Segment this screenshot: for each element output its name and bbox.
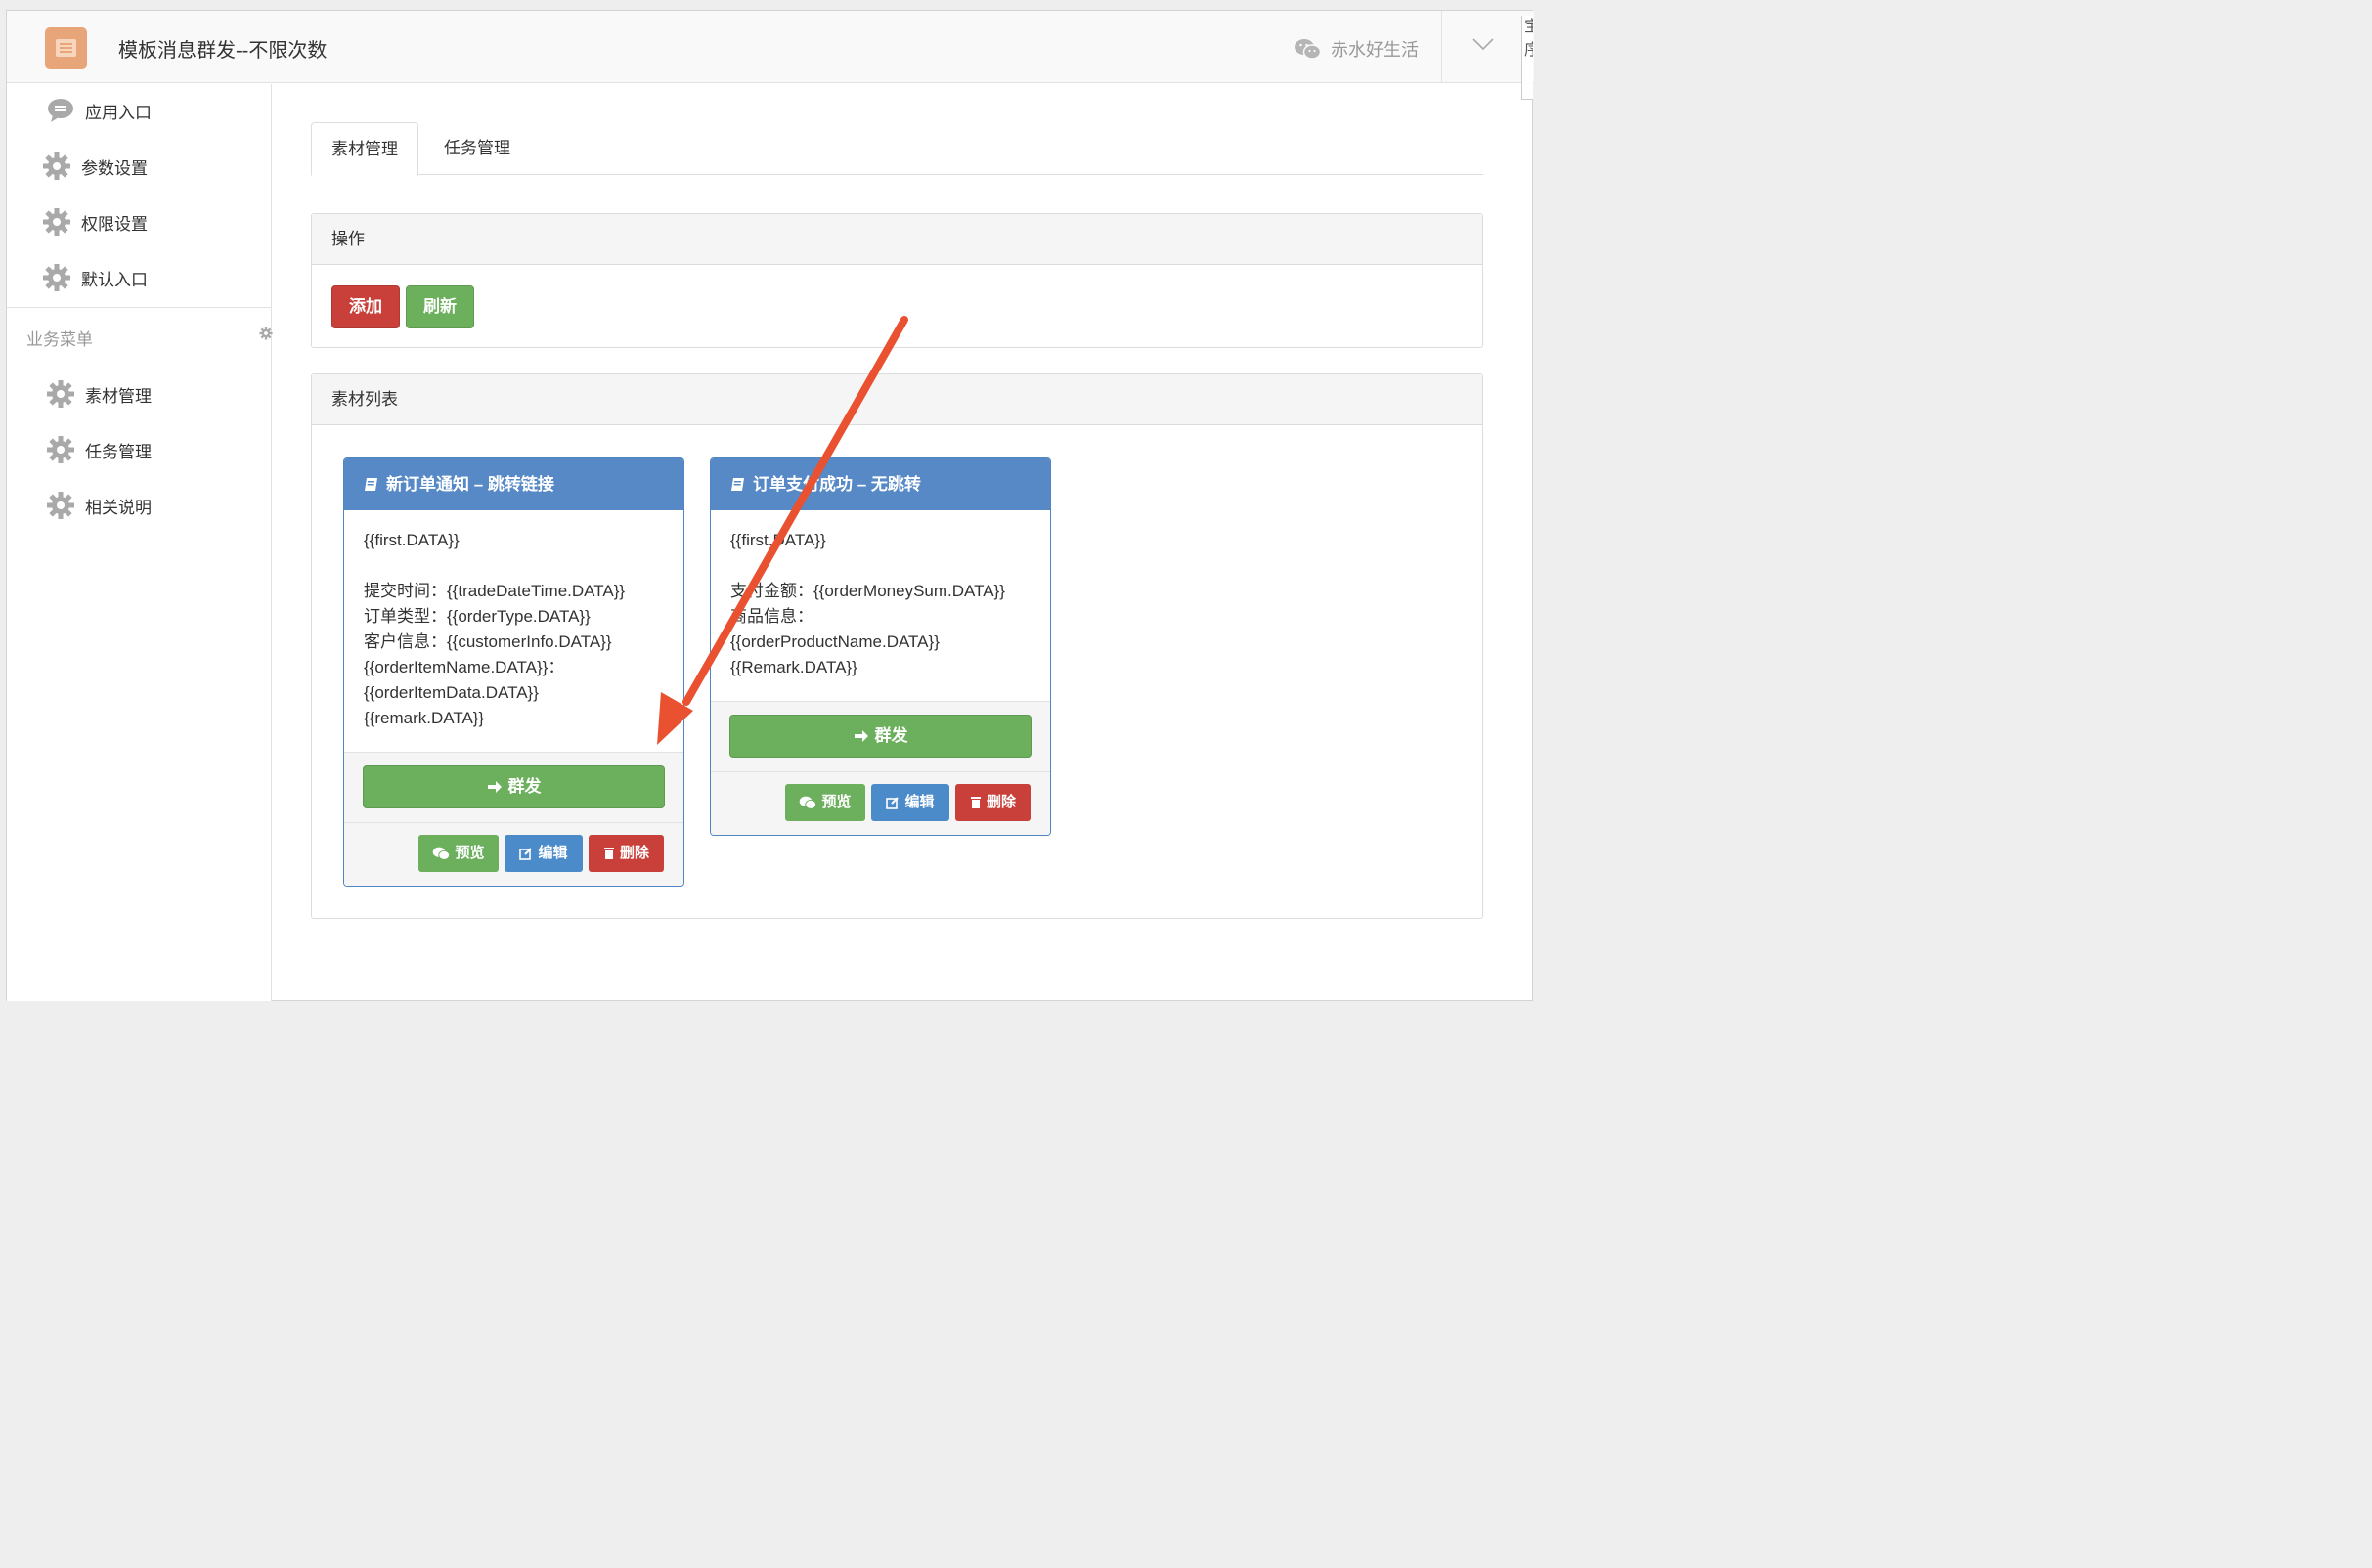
card-title: 订单支付成功 – 无跳转: [753, 475, 921, 494]
gear-icon: [42, 152, 71, 181]
gear-icon: [42, 207, 71, 237]
card-send-area: 群发: [711, 701, 1050, 771]
send-button[interactable]: 群发: [363, 765, 665, 808]
gear-icon: [46, 379, 75, 409]
card-title: 新订单通知 – 跳转链接: [386, 475, 554, 494]
arrow-right-icon: [854, 730, 868, 742]
book-icon: [365, 478, 377, 491]
arrow-right-icon: [487, 781, 502, 793]
page-title: 模板消息群发--不限次数: [118, 40, 328, 62]
gear-icon: [46, 491, 75, 520]
delete-label: 删除: [619, 845, 649, 861]
card-template-text: {{first.DATA}} 提交时间：{{tradeDateTime.DATA…: [364, 531, 626, 727]
wechat-icon: [433, 847, 451, 860]
sidebar-item-help[interactable]: 相关说明: [46, 483, 310, 528]
sidebar-item-label: 参数设置: [81, 158, 148, 178]
delete-label: 删除: [986, 794, 1016, 810]
sidebar-item-label: 素材管理: [85, 386, 152, 406]
sidebar-item-default-entry[interactable]: 默认入口: [42, 255, 306, 300]
sidebar-item-label: 应用入口: [85, 103, 152, 122]
gear-icon: [46, 435, 75, 464]
sidebar-item-label: 相关说明: [85, 498, 152, 517]
edit-button[interactable]: 编辑: [505, 835, 583, 872]
edit-label: 编辑: [538, 845, 568, 861]
sidebar: 应用入口 参数设置 权限设置 默认入口 业务菜单 素材管理 任务管理 相关说明: [7, 84, 272, 1001]
app-window: 模板消息群发--不限次数 赤水好生活 应用入口 参数设置 权限设置 默认入口 业…: [6, 10, 1534, 1001]
preview-button[interactable]: 预览: [785, 784, 865, 821]
edge-char: 宝: [1524, 16, 1533, 39]
delete-button[interactable]: 删除: [589, 835, 664, 872]
background-window-edge: 宝 序: [1521, 16, 1533, 100]
panel-title: 素材列表: [312, 374, 1482, 425]
tab-materials[interactable]: 素材管理: [311, 122, 418, 176]
send-button[interactable]: 群发: [729, 715, 1032, 758]
send-button-label: 群发: [874, 726, 908, 745]
header-divider: [1441, 11, 1442, 83]
card-header: 订单支付成功 – 无跳转: [711, 458, 1050, 510]
sidebar-item-permissions[interactable]: 权限设置: [42, 199, 306, 244]
material-card: 订单支付成功 – 无跳转 {{first.DATA}} 支付金额：{{order…: [710, 457, 1051, 836]
edit-icon: [886, 797, 900, 809]
card-actions: 预览 编辑 删除: [711, 771, 1050, 835]
account-switcher[interactable]: 赤水好生活: [1294, 36, 1419, 62]
panel-title: 操作: [312, 214, 1482, 265]
card-template-text: {{first.DATA}} 支付金额：{{orderMoneySum.DATA…: [730, 531, 1005, 676]
sidebar-item-label: 任务管理: [85, 442, 152, 461]
card-actions: 预览 编辑 删除: [344, 822, 683, 886]
book-icon: [731, 478, 744, 491]
sidebar-item-app-entry[interactable]: 应用入口: [46, 88, 310, 133]
send-button-label: 群发: [507, 777, 542, 796]
delete-button[interactable]: 删除: [955, 784, 1031, 821]
top-header: 模板消息群发--不限次数 赤水好生活: [7, 11, 1534, 83]
preview-label: 预览: [455, 845, 485, 861]
app-logo-icon: [45, 27, 87, 69]
preview-button[interactable]: 预览: [418, 835, 499, 872]
edit-button[interactable]: 编辑: [871, 784, 949, 821]
edit-label: 编辑: [904, 794, 935, 810]
edge-char: 序: [1524, 39, 1533, 63]
tab-tasks[interactable]: 任务管理: [424, 122, 530, 175]
chat-bubble-icon: [48, 99, 73, 122]
materials-panel: 素材列表 新订单通知 – 跳转链接 {{first.DATA}} 提交时间：{{…: [311, 373, 1483, 919]
tab-bar: 素材管理 任务管理: [311, 122, 1483, 176]
account-name: 赤水好生活: [1331, 40, 1419, 60]
card-send-area: 群发: [344, 752, 683, 822]
trash-icon: [970, 797, 981, 808]
add-button[interactable]: 添加: [331, 285, 400, 328]
refresh-button[interactable]: 刷新: [406, 285, 474, 328]
gear-icon[interactable]: [259, 327, 273, 340]
wechat-icon: [1295, 39, 1321, 60]
sidebar-section-label: 业务菜单: [26, 330, 93, 349]
edit-icon: [519, 848, 533, 860]
sidebar-item-params[interactable]: 参数设置: [42, 144, 306, 189]
preview-label: 预览: [821, 794, 852, 810]
sidebar-item-label: 权限设置: [81, 214, 148, 234]
gear-icon: [42, 263, 71, 292]
operations-panel: 操作 添加 刷新: [311, 213, 1483, 348]
card-header: 新订单通知 – 跳转链接: [344, 458, 683, 510]
material-card: 新订单通知 – 跳转链接 {{first.DATA}} 提交时间：{{trade…: [343, 457, 684, 887]
sidebar-item-label: 默认入口: [81, 270, 148, 289]
sidebar-item-materials[interactable]: 素材管理: [46, 371, 310, 416]
sidebar-divider: [7, 307, 271, 308]
wechat-icon: [800, 796, 817, 809]
chevron-down-icon[interactable]: [1472, 36, 1495, 52]
sidebar-item-tasks[interactable]: 任务管理: [46, 427, 310, 472]
trash-icon: [603, 848, 614, 859]
